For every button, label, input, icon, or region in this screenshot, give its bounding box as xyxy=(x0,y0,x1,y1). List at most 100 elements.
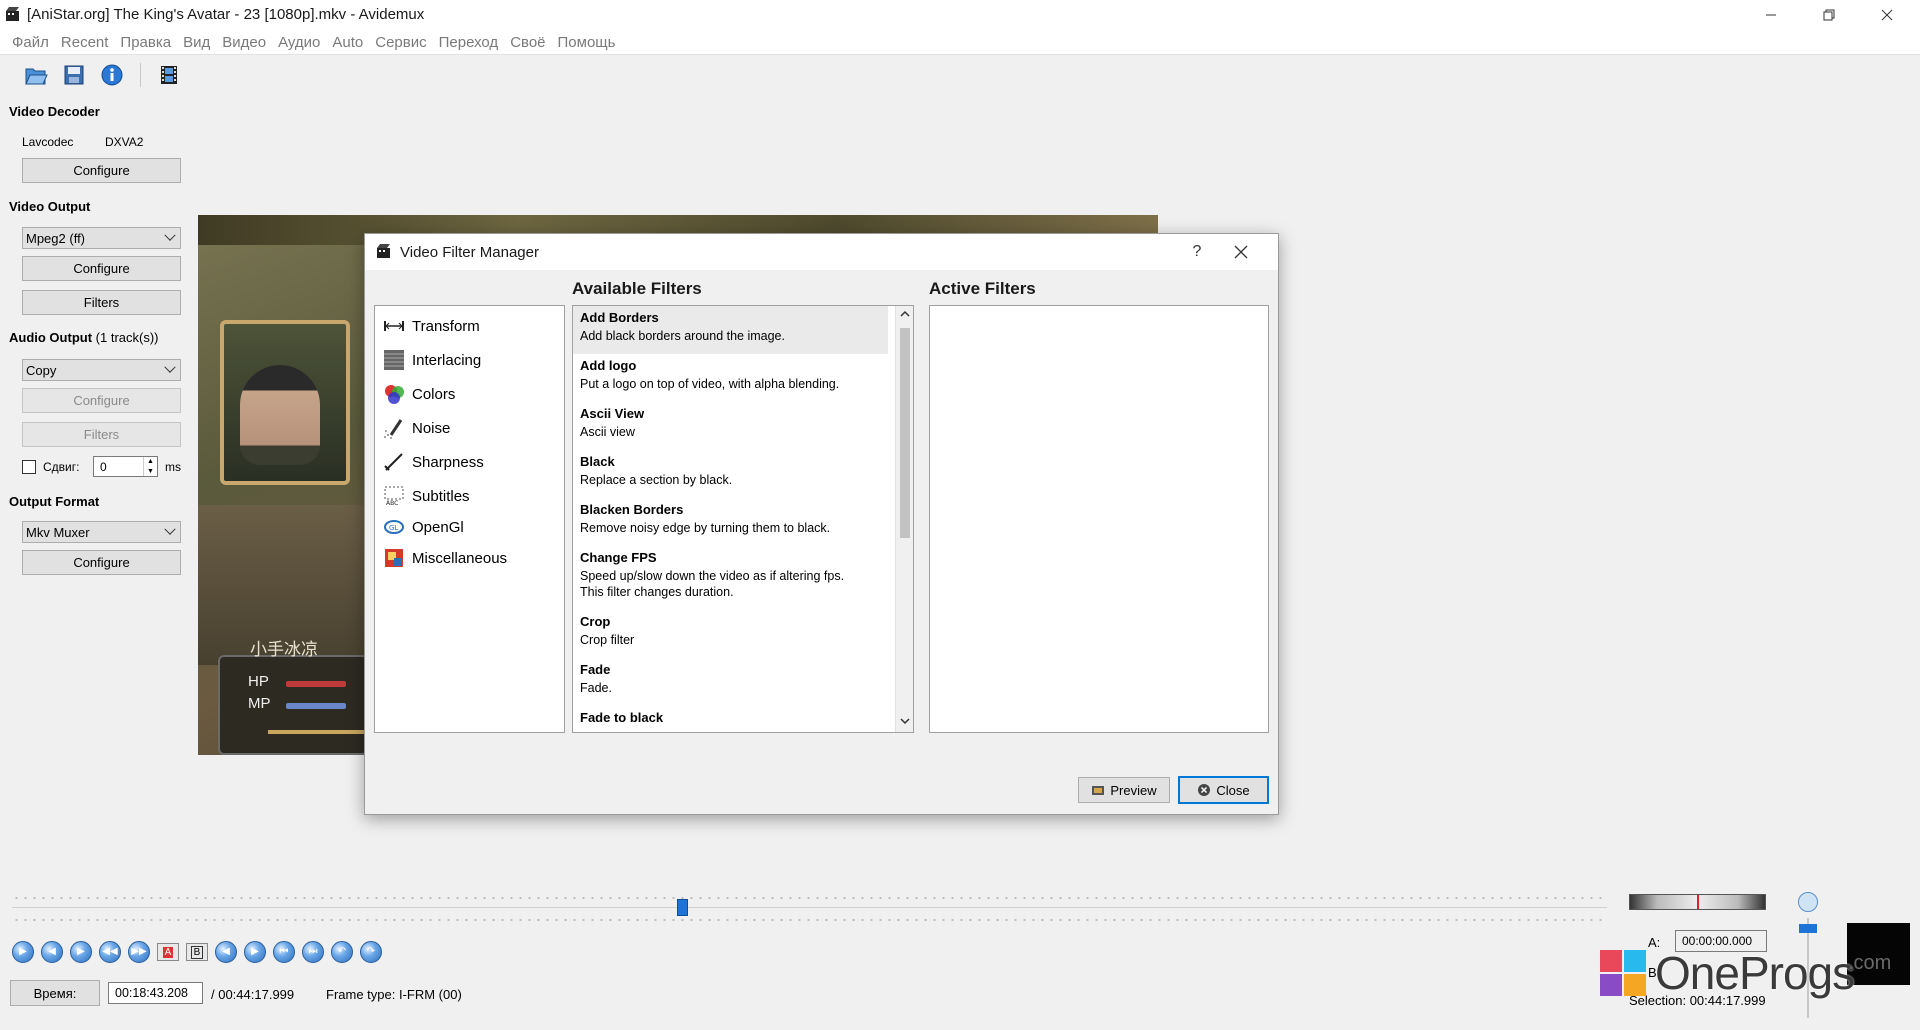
help-icon: ? xyxy=(1192,243,1202,260)
timeline-ticks-top xyxy=(12,896,1607,900)
forward-icon: ▶ xyxy=(77,946,85,957)
minimize-button[interactable] xyxy=(1742,0,1800,30)
available-filters-list[interactable]: Add Borders Add black borders around the… xyxy=(572,305,914,733)
goto-last-button[interactable]: ⏭ xyxy=(302,941,324,963)
close-window-button[interactable] xyxy=(1858,0,1916,30)
shift-checkbox[interactable] xyxy=(22,460,36,474)
timeline-playhead[interactable] xyxy=(676,899,688,916)
filters-scrollbar[interactable] xyxy=(895,306,913,732)
jog-shuttle[interactable] xyxy=(1629,894,1766,910)
open-file-button[interactable] xyxy=(22,61,50,89)
video-filters-button[interactable]: Filters xyxy=(22,290,181,315)
filter-name: Crop xyxy=(580,614,611,629)
close-button[interactable]: Close xyxy=(1178,776,1269,804)
video-caption: 小手冰凉 xyxy=(250,640,318,659)
filter-item[interactable]: Fade to black xyxy=(573,706,888,732)
next-keyframe-button[interactable]: ▶▶ xyxy=(128,941,150,963)
rewind-icon: ◀ xyxy=(48,946,56,957)
help-button[interactable]: ? xyxy=(1185,240,1209,264)
next-black-icon: ▶ xyxy=(251,946,259,957)
filter-item[interactable]: Add Borders Add black borders around the… xyxy=(573,306,888,354)
category-opengl[interactable]: GL OpenGl xyxy=(375,513,564,541)
menu-audio[interactable]: Аудио xyxy=(272,34,326,51)
menu-help[interactable]: Помощь xyxy=(552,34,622,51)
audio-configure-button[interactable]: Configure xyxy=(22,388,181,413)
menu-auto[interactable]: Auto xyxy=(326,34,369,51)
shift-spinner[interactable]: ▲ ▼ xyxy=(143,457,157,476)
menu-view[interactable]: Вид xyxy=(177,34,216,51)
save-file-button[interactable] xyxy=(60,61,88,89)
volume-icon[interactable] xyxy=(1798,892,1818,912)
decoder-configure-button[interactable]: Configure xyxy=(22,158,181,183)
next-black-frame-button[interactable]: ▶ xyxy=(244,941,266,963)
filter-item[interactable]: Ascii View Ascii view xyxy=(573,402,888,450)
filter-name: Fade to black xyxy=(580,710,664,725)
menu-video[interactable]: Видео xyxy=(216,34,272,51)
filter-categories-list[interactable]: Transform Interlacing Colors Noise Sharp… xyxy=(374,305,565,733)
avidemux-app-icon xyxy=(377,244,390,258)
category-sharpness[interactable]: Sharpness xyxy=(375,445,564,479)
volume-thumb[interactable] xyxy=(1799,924,1817,933)
svg-text:ABC: ABC xyxy=(386,500,398,507)
audio-codec-select[interactable]: Copy xyxy=(22,359,181,381)
set-marker-b-button[interactable]: B xyxy=(186,943,208,961)
filter-desc-extra: This filter changes duration. xyxy=(580,585,734,599)
category-colors[interactable]: Colors xyxy=(375,377,564,411)
timeline-slider[interactable] xyxy=(12,907,1607,908)
video-codec-select[interactable]: Mpeg2 (ff) xyxy=(22,227,181,249)
filter-name: Change FPS xyxy=(580,550,657,565)
menu-file[interactable]: Файл xyxy=(6,34,55,51)
filter-item[interactable]: Blacken Borders Remove noisy edge by tur… xyxy=(573,498,888,546)
menu-go[interactable]: Переход xyxy=(433,34,505,51)
prev-keyframe-button[interactable]: ◀◀ xyxy=(99,941,121,963)
scroll-thumb[interactable] xyxy=(900,328,910,538)
filter-desc: Remove noisy edge by turning them to bla… xyxy=(580,521,831,535)
scroll-down-icon[interactable] xyxy=(899,716,911,729)
goto-marker-a-button[interactable]: ↶ xyxy=(331,941,353,963)
category-miscellaneous[interactable]: Miscellaneous xyxy=(375,541,564,575)
play-button[interactable]: ▶ xyxy=(12,941,34,963)
rewind-button[interactable]: ◀ xyxy=(41,941,63,963)
current-time-input[interactable]: 00:18:43.208 xyxy=(108,982,203,1004)
category-interlacing[interactable]: Interlacing xyxy=(375,343,564,377)
muxer-select[interactable]: Mkv Muxer xyxy=(22,521,181,543)
menu-recent[interactable]: Recent xyxy=(55,34,115,51)
film-properties-button[interactable] xyxy=(155,61,183,89)
time-label-button[interactable]: Время: xyxy=(10,980,100,1006)
preview-button[interactable]: Preview xyxy=(1078,777,1170,803)
goto-marker-b-button[interactable]: ↷ xyxy=(360,941,382,963)
avidemux-app-icon xyxy=(6,7,19,21)
category-transform[interactable]: Transform xyxy=(375,309,564,343)
menu-tools[interactable]: Сервис xyxy=(369,34,432,51)
filter-name: Black xyxy=(580,454,615,469)
audio-filters-button[interactable]: Filters xyxy=(22,422,181,447)
miscellaneous-icon xyxy=(385,549,403,567)
filter-item[interactable]: Crop Crop filter xyxy=(573,610,888,658)
menu-custom[interactable]: Своё xyxy=(504,34,551,51)
info-button[interactable] xyxy=(98,61,126,89)
colors-icon xyxy=(385,385,404,404)
goto-first-button[interactable]: ⏮ xyxy=(273,941,295,963)
video-configure-button[interactable]: Configure xyxy=(22,256,181,281)
category-noise[interactable]: Noise xyxy=(375,411,564,445)
filter-item[interactable]: Fade Fade. xyxy=(573,658,888,706)
active-filters-list[interactable] xyxy=(929,305,1269,733)
menu-edit[interactable]: Правка xyxy=(114,34,177,51)
open-file-icon xyxy=(25,68,48,85)
filter-item[interactable]: Add logo Put a logo on top of video, wit… xyxy=(573,354,888,402)
restore-button[interactable] xyxy=(1800,0,1858,30)
filter-item[interactable]: Change FPS Speed up/slow down the video … xyxy=(573,546,888,610)
scroll-up-icon[interactable] xyxy=(899,309,911,322)
prev-black-frame-button[interactable]: ◀ xyxy=(215,941,237,963)
filter-item[interactable]: Black Replace a section by black. xyxy=(573,450,888,498)
prev-black-icon: ◀ xyxy=(222,946,230,957)
video-mp-label: MP xyxy=(248,695,271,712)
category-label: Miscellaneous xyxy=(412,549,508,567)
shift-unit: ms xyxy=(165,460,181,474)
category-subtitles[interactable]: ABC Subtitles xyxy=(375,479,564,513)
dialog-close-x-button[interactable] xyxy=(1229,240,1253,264)
forward-button[interactable]: ▶ xyxy=(70,941,92,963)
chevron-down-icon xyxy=(164,523,176,535)
muxer-configure-button[interactable]: Configure xyxy=(22,550,181,575)
set-marker-a-button[interactable]: A xyxy=(157,943,179,961)
